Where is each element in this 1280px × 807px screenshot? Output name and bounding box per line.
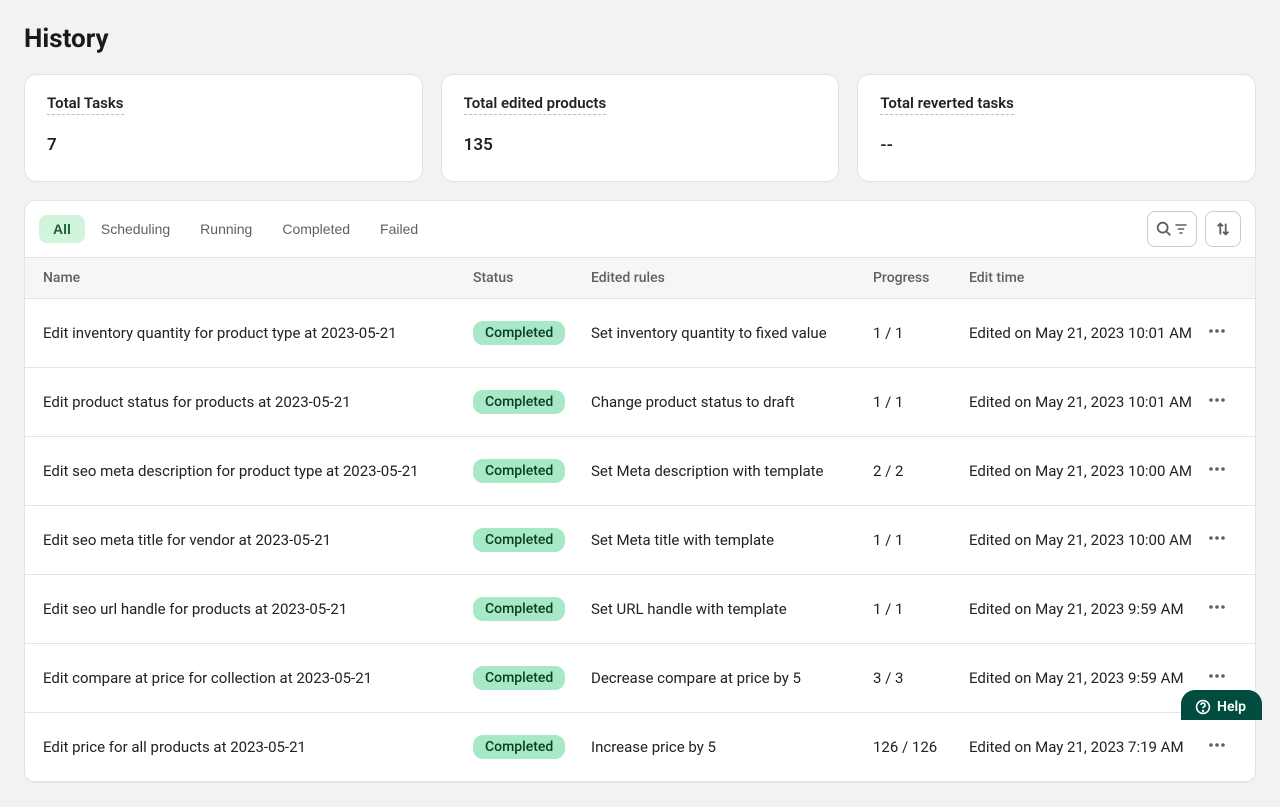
stat-title: Total reverted tasks <box>880 94 1014 115</box>
more-horizontal-icon <box>1207 528 1227 552</box>
more-horizontal-icon <box>1207 390 1227 414</box>
cell-rules: Set inventory quantity to fixed value <box>591 324 873 342</box>
cell-time: Edited on May 21, 2023 9:59 AM <box>969 669 1197 687</box>
help-button[interactable]: Help <box>1181 690 1262 720</box>
table-row[interactable]: Edit seo url handle for products at 2023… <box>25 575 1255 644</box>
status-badge: Completed <box>473 735 565 759</box>
more-horizontal-icon <box>1207 735 1227 759</box>
cell-time: Edited on May 21, 2023 9:59 AM <box>969 600 1197 618</box>
cell-rules: Set Meta title with template <box>591 531 873 549</box>
cell-rules: Set URL handle with template <box>591 600 873 618</box>
table-row[interactable]: Edit inventory quantity for product type… <box>25 299 1255 368</box>
status-badge: Completed <box>473 597 565 621</box>
cell-progress: 2 / 2 <box>873 462 969 480</box>
tab-scheduling[interactable]: Scheduling <box>87 215 184 243</box>
stat-card-total-tasks: Total Tasks 7 <box>24 74 423 182</box>
search-icon <box>1155 220 1173 238</box>
page-title: History <box>24 24 1256 54</box>
more-horizontal-icon <box>1207 597 1227 621</box>
cell-rules: Change product status to draft <box>591 393 873 411</box>
search-filter-button[interactable] <box>1147 211 1197 247</box>
status-badge: Completed <box>473 459 565 483</box>
cell-name: Edit price for all products at 2023-05-2… <box>43 738 473 756</box>
column-header-name[interactable]: Name <box>43 270 473 286</box>
cell-status: Completed <box>473 597 591 621</box>
cell-name: Edit compare at price for collection at … <box>43 669 473 687</box>
table-row[interactable]: Edit seo meta description for product ty… <box>25 437 1255 506</box>
cell-progress: 3 / 3 <box>873 669 969 687</box>
help-label: Help <box>1217 699 1246 715</box>
tab-running[interactable]: Running <box>186 215 266 243</box>
table-row[interactable]: Edit seo meta title for vendor at 2023-0… <box>25 506 1255 575</box>
help-icon <box>1195 699 1211 715</box>
tab-completed[interactable]: Completed <box>268 215 364 243</box>
table-body: Edit inventory quantity for product type… <box>25 299 1255 782</box>
stat-title: Total Tasks <box>47 94 124 115</box>
cell-status: Completed <box>473 390 591 414</box>
sort-button[interactable] <box>1205 211 1241 247</box>
filter-tabs: All Scheduling Running Completed Failed <box>39 215 1145 243</box>
column-header-rules[interactable]: Edited rules <box>591 270 873 286</box>
cell-rules: Increase price by 5 <box>591 738 873 756</box>
cell-name: Edit inventory quantity for product type… <box>43 324 473 342</box>
table-header: Name Status Edited rules Progress Edit t… <box>25 257 1255 299</box>
cell-name: Edit seo meta title for vendor at 2023-0… <box>43 531 473 549</box>
column-header-time[interactable]: Edit time <box>969 270 1197 286</box>
history-table-card: All Scheduling Running Completed Failed <box>24 200 1256 783</box>
cell-time: Edited on May 21, 2023 10:01 AM <box>969 324 1197 342</box>
row-more-button[interactable] <box>1199 591 1235 627</box>
cell-progress: 1 / 1 <box>873 600 969 618</box>
stat-card-total-reverted-tasks: Total reverted tasks -- <box>857 74 1256 182</box>
stat-title: Total edited products <box>464 94 607 115</box>
column-header-progress[interactable]: Progress <box>873 270 969 286</box>
cell-time: Edited on May 21, 2023 7:19 AM <box>969 738 1197 756</box>
more-horizontal-icon <box>1207 666 1227 690</box>
cell-status: Completed <box>473 459 591 483</box>
row-more-button[interactable] <box>1199 522 1235 558</box>
status-badge: Completed <box>473 666 565 690</box>
table-row[interactable]: Edit price for all products at 2023-05-2… <box>25 713 1255 782</box>
cell-time: Edited on May 21, 2023 10:00 AM <box>969 531 1197 549</box>
table-row[interactable]: Edit product status for products at 2023… <box>25 368 1255 437</box>
cell-time: Edited on May 21, 2023 10:00 AM <box>969 462 1197 480</box>
stat-value: 7 <box>47 135 400 155</box>
row-more-button[interactable] <box>1199 729 1235 765</box>
cell-status: Completed <box>473 735 591 759</box>
cell-rules: Decrease compare at price by 5 <box>591 669 873 687</box>
status-badge: Completed <box>473 321 565 345</box>
tab-failed[interactable]: Failed <box>366 215 432 243</box>
row-more-button[interactable] <box>1199 453 1235 489</box>
column-header-status[interactable]: Status <box>473 270 591 286</box>
stat-card-total-edited-products: Total edited products 135 <box>441 74 840 182</box>
status-badge: Completed <box>473 528 565 552</box>
cell-progress: 126 / 126 <box>873 738 969 756</box>
filter-icon <box>1173 220 1189 238</box>
more-horizontal-icon <box>1207 321 1227 345</box>
cell-name: Edit seo url handle for products at 2023… <box>43 600 473 618</box>
stat-value: -- <box>880 135 1233 155</box>
cell-progress: 1 / 1 <box>873 324 969 342</box>
more-horizontal-icon <box>1207 459 1227 483</box>
cell-name: Edit seo meta description for product ty… <box>43 462 473 480</box>
cell-name: Edit product status for products at 2023… <box>43 393 473 411</box>
stat-value: 135 <box>464 135 817 155</box>
status-badge: Completed <box>473 390 565 414</box>
row-more-button[interactable] <box>1199 384 1235 420</box>
cell-progress: 1 / 1 <box>873 393 969 411</box>
cell-status: Completed <box>473 321 591 345</box>
cell-progress: 1 / 1 <box>873 531 969 549</box>
cell-rules: Set Meta description with template <box>591 462 873 480</box>
cell-status: Completed <box>473 666 591 690</box>
tab-all[interactable]: All <box>39 215 85 243</box>
sort-icon <box>1214 220 1232 238</box>
cell-time: Edited on May 21, 2023 10:01 AM <box>969 393 1197 411</box>
table-row[interactable]: Edit compare at price for collection at … <box>25 644 1255 713</box>
row-more-button[interactable] <box>1199 315 1235 351</box>
cell-status: Completed <box>473 528 591 552</box>
